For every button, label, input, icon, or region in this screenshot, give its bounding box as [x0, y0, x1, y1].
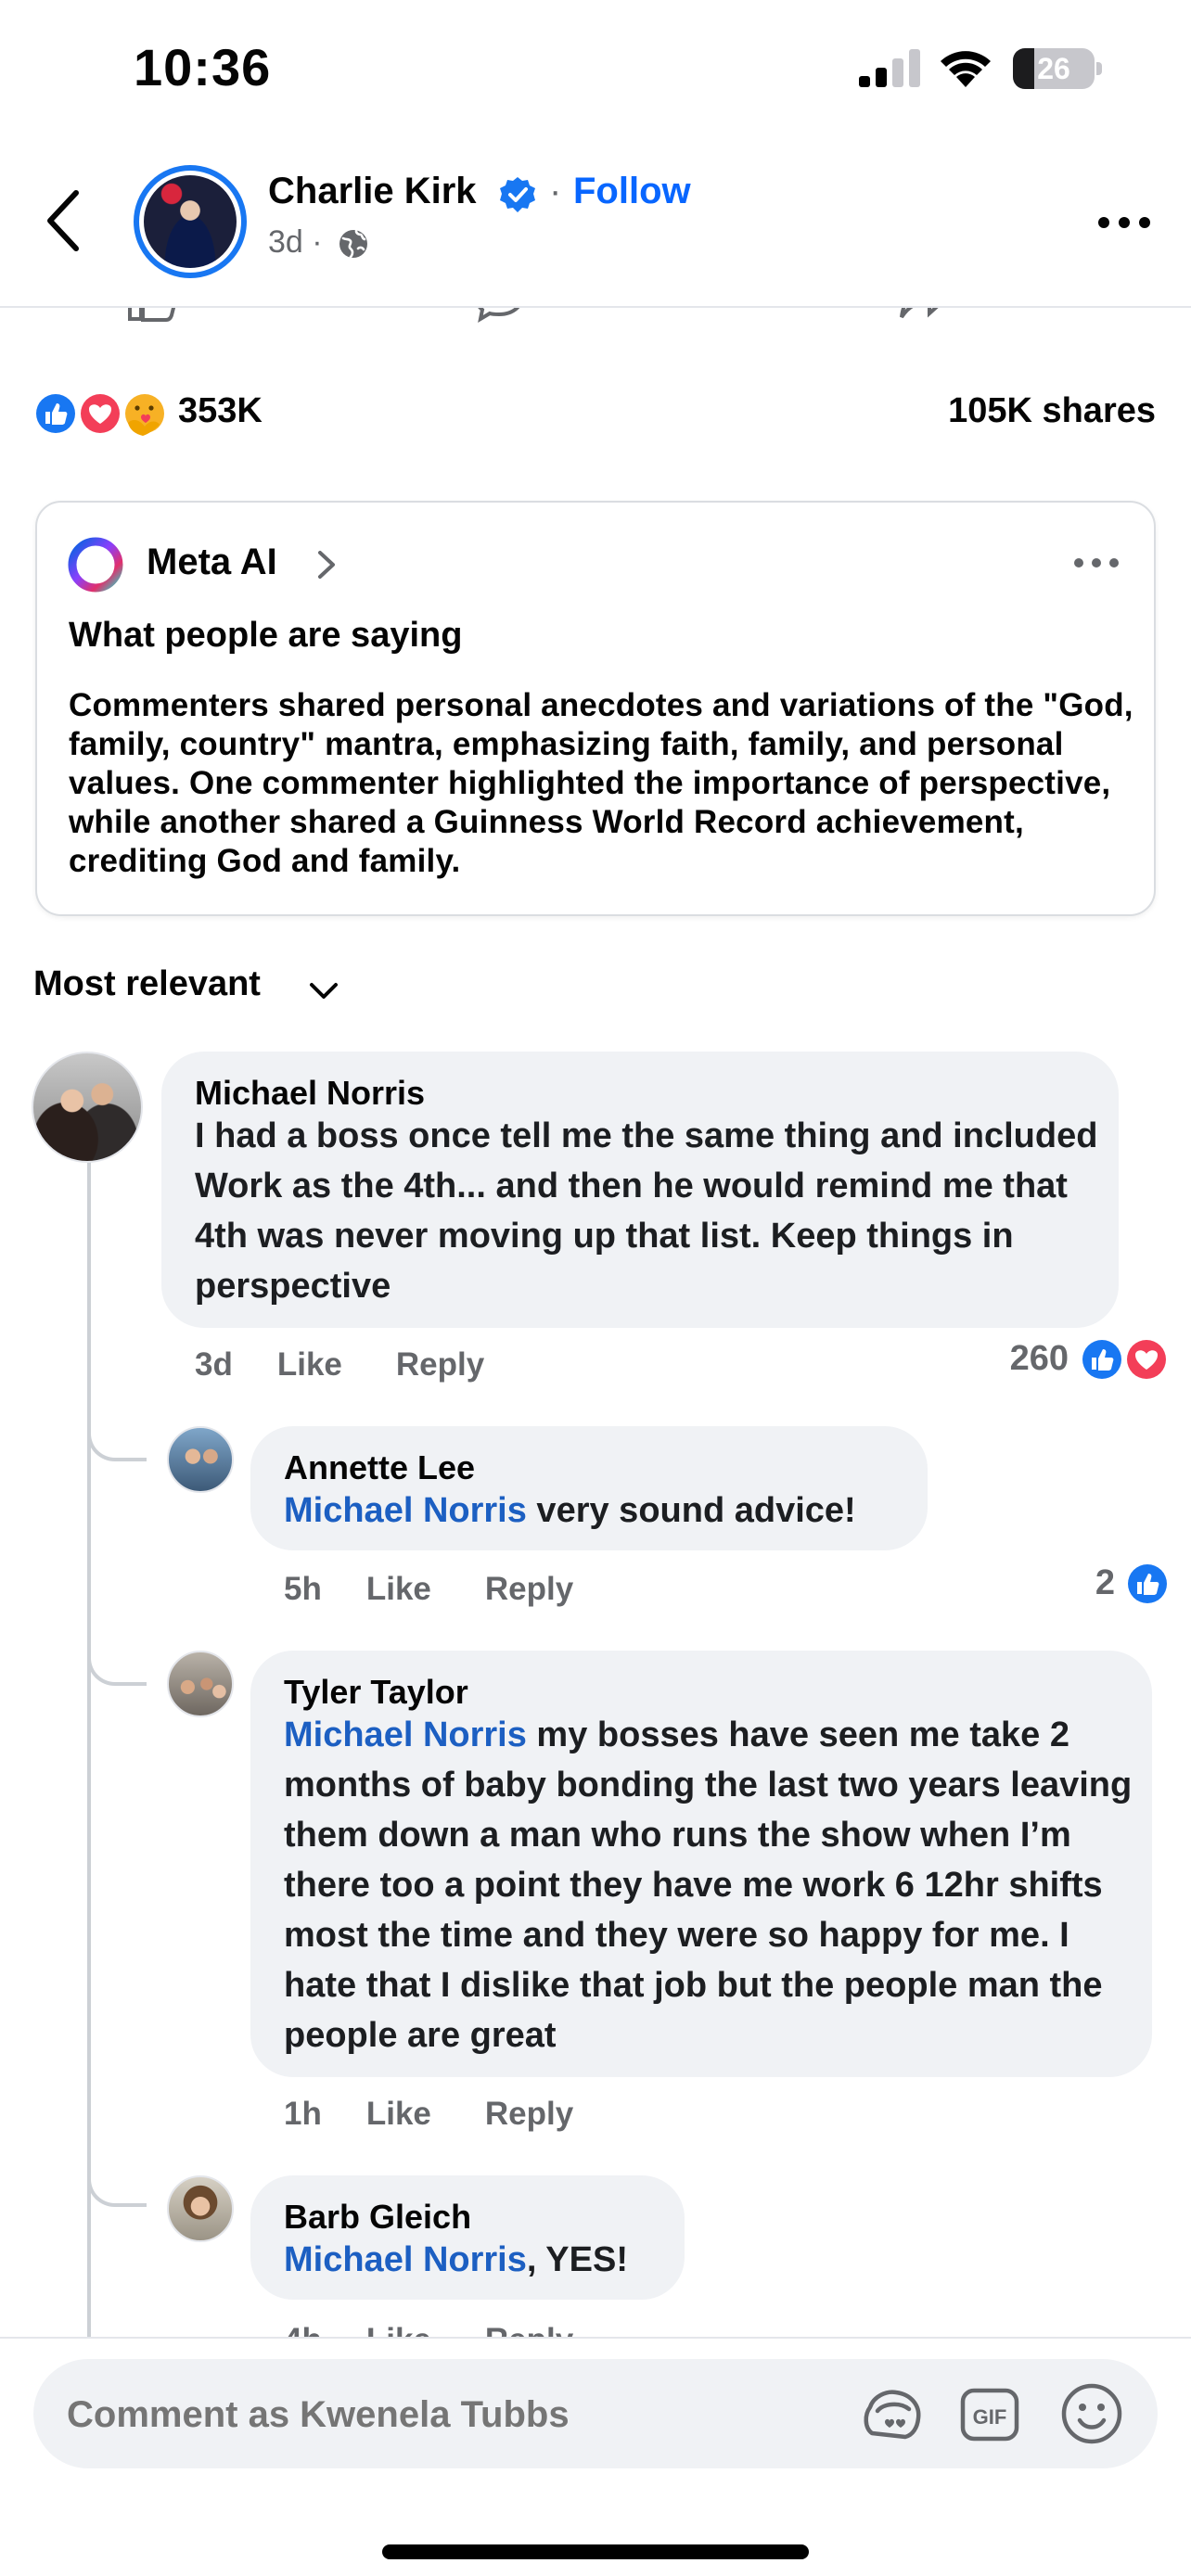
like-reaction-icon: [1125, 1562, 1170, 1606]
mention-link[interactable]: Michael Norris: [284, 2240, 527, 2279]
comment-like-button[interactable]: Like: [366, 1571, 431, 1607]
comment-body: very sound advice!: [526, 1491, 856, 1530]
meta-ai-more-icon[interactable]: [1072, 556, 1121, 569]
chevron-down-icon: [310, 983, 338, 999]
status-time: 10:36: [134, 38, 272, 96]
comment-text: Michael Norris, YES!: [284, 2235, 673, 2285]
gif-icon[interactable]: GIF: [959, 2387, 1020, 2442]
comment-text: Michael Norris very sound advice!: [284, 1486, 915, 1536]
mention-link[interactable]: Michael Norris: [284, 1715, 527, 1754]
battery-icon: 26: [1013, 48, 1102, 89]
comment-reaction-count: 2: [1095, 1563, 1115, 1602]
comment-actions: 5h Like Reply: [284, 1571, 627, 1608]
comment-input[interactable]: [67, 2392, 827, 2437]
home-indicator: [382, 2544, 809, 2559]
post-header: Charlie Kirk · Follow 3d ·: [0, 139, 1191, 308]
meta-ai-summary: Commenters shared personal anecdotes and…: [69, 687, 1133, 879]
more-options-icon[interactable]: [1096, 213, 1152, 232]
comment-composer-bar: GIF: [0, 2337, 1191, 2576]
sort-label: Most relevant: [33, 964, 261, 1003]
comment-actions: 1h Like Reply: [284, 2096, 627, 2133]
comment-reaction-count: 260: [1009, 1339, 1069, 1378]
reaction-icons: [33, 391, 167, 436]
comment-reply-button[interactable]: Reply: [485, 1571, 573, 1607]
emoji-icon[interactable]: [1059, 2381, 1124, 2446]
avatar[interactable]: [167, 1426, 234, 1493]
page-name[interactable]: Charlie Kirk: [268, 171, 477, 212]
share-count[interactable]: 105K shares: [948, 391, 1156, 431]
avatar[interactable]: [167, 2175, 234, 2242]
wifi-icon: [941, 51, 991, 87]
meta-ai-heading: What people are saying: [69, 616, 463, 655]
avatar[interactable]: [32, 1052, 143, 1163]
comment-body: , YES!: [526, 2240, 628, 2279]
thread-connector: [87, 1161, 91, 2337]
comment-composer[interactable]: GIF: [33, 2359, 1158, 2468]
meta-ai-logo-icon: [68, 537, 123, 593]
verified-badge-icon: [500, 177, 535, 212]
comment-text: Michael Norris my bosses have seen me ta…: [284, 1710, 1137, 2060]
follow-button[interactable]: Follow: [573, 171, 691, 212]
page-avatar[interactable]: [134, 165, 247, 278]
status-bar: 10:36 26: [0, 0, 1191, 139]
comment-reply-button[interactable]: Reply: [485, 2096, 573, 2132]
comment-reactions[interactable]: 2: [1095, 1560, 1172, 1608]
svg-text:GIF: GIF: [973, 2405, 1007, 2429]
avatar-sticker-icon[interactable]: [859, 2387, 926, 2442]
battery-level: 26: [1037, 52, 1070, 85]
comment-author[interactable]: Barb Gleich: [284, 2198, 471, 2237]
avatar[interactable]: [167, 1651, 234, 1717]
care-reaction-icon: [122, 391, 167, 436]
chevron-right-icon[interactable]: [315, 549, 338, 580]
cellular-signal-icon: [859, 49, 920, 87]
comment-time: 3d: [195, 1346, 233, 1383]
reactions-summary[interactable]: 353K 105K shares: [0, 382, 1191, 441]
mention-link[interactable]: Michael Norris: [284, 1491, 527, 1530]
comment-text: I had a boss once tell me the same thing…: [195, 1116, 1098, 1306]
comment-reply-button[interactable]: Reply: [396, 1346, 484, 1383]
meta-ai-title[interactable]: Meta AI: [147, 542, 277, 583]
post-timestamp: 3d ·: [268, 224, 323, 260]
comment-like-button[interactable]: Like: [277, 1346, 342, 1383]
like-love-reaction-icons: [1080, 1337, 1169, 1382]
comment-time: 1h: [284, 2096, 322, 2132]
comment-reactions[interactable]: 260: [1010, 1335, 1172, 1384]
comment-author[interactable]: Annette Lee: [284, 1448, 475, 1487]
comment-actions: 3d Like Reply: [195, 1346, 538, 1384]
meta-ai-card[interactable]: Meta AI What people are saying Commenter…: [35, 501, 1156, 916]
comment-author[interactable]: Tyler Taylor: [284, 1673, 468, 1712]
comment-like-button[interactable]: Like: [366, 2096, 431, 2132]
love-reaction-icon: [78, 391, 122, 436]
globe-icon: [339, 229, 367, 259]
comment-body: my bosses have seen me take 2 months of …: [284, 1715, 1133, 2055]
reply-connector: [87, 1645, 147, 1686]
comment-time: 5h: [284, 1571, 322, 1607]
reply-connector: [87, 1421, 147, 1461]
like-reaction-icon: [33, 391, 78, 436]
comment-sort-dropdown[interactable]: Most relevant: [33, 964, 338, 1016]
reaction-count[interactable]: 353K: [178, 391, 263, 431]
reply-connector: [87, 2166, 147, 2207]
comment-author[interactable]: Michael Norris: [195, 1074, 425, 1113]
dot-separator: ·: [549, 171, 562, 211]
back-chevron-icon[interactable]: [41, 185, 89, 256]
